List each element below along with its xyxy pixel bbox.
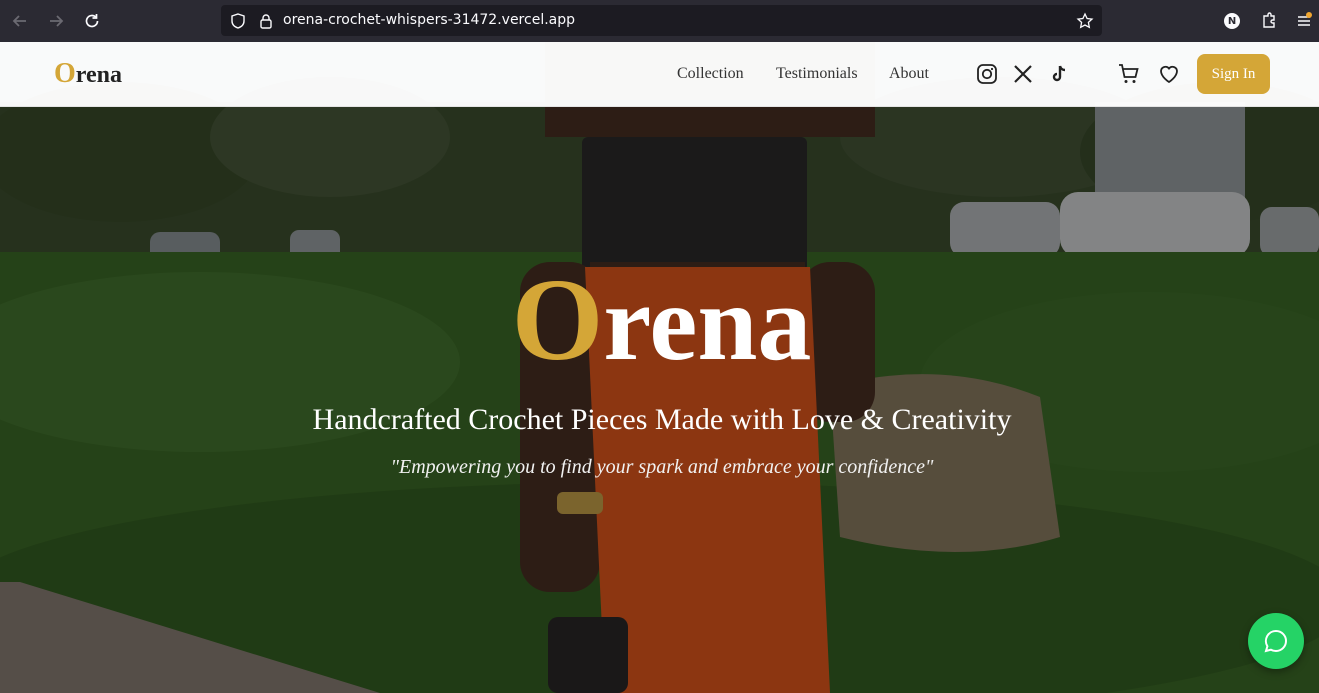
site-logo[interactable]: Orena [54,58,122,90]
logo-initial: O [54,58,76,89]
hero-quote: "Empowering you to find your spark and e… [390,456,934,478]
x-icon[interactable] [1011,62,1035,86]
hero-title: Orena [0,260,1319,384]
bookmark-star-icon[interactable] [1076,12,1094,30]
back-icon[interactable] [8,9,32,33]
address-bar[interactable]: orena-crochet-whispers-31472.vercel.app [221,5,1102,36]
nav-about[interactable]: About [889,65,929,83]
instagram-icon[interactable] [975,62,999,86]
url-text[interactable]: orena-crochet-whispers-31472.vercel.app [283,12,575,28]
whatsapp-chat-button[interactable] [1248,613,1304,669]
forward-icon[interactable] [44,9,68,33]
menu-icon[interactable] [1294,11,1314,31]
logo-rest: rena [75,62,122,88]
cart-icon[interactable] [1117,62,1141,86]
hero-subtitle: Handcrafted Crochet Pieces Made with Lov… [312,403,1012,436]
page-viewport: Orena Handcrafted Crochet Pieces Made wi… [0,42,1319,693]
hero-section: Orena Handcrafted Crochet Pieces Made wi… [0,42,1319,693]
reload-icon[interactable] [80,9,104,33]
profile-avatar[interactable]: N [1224,13,1240,29]
extensions-icon[interactable] [1259,11,1279,31]
hero-title-rest: rena [603,264,812,383]
browser-toolbar: orena-crochet-whispers-31472.vercel.app … [0,0,1319,42]
chat-bubble-icon [1264,629,1287,653]
site-header: Orena Collection Testimonials About Sign… [0,42,1319,107]
tiktok-icon[interactable] [1047,62,1071,86]
nav-collection[interactable]: Collection [677,65,744,83]
nav-testimonials[interactable]: Testimonials [776,65,858,83]
sign-in-button[interactable]: Sign In [1197,54,1270,94]
lock-icon[interactable] [257,12,275,30]
shield-icon[interactable] [229,12,247,30]
heart-icon[interactable] [1157,62,1181,86]
hero-title-initial: O [511,254,604,385]
